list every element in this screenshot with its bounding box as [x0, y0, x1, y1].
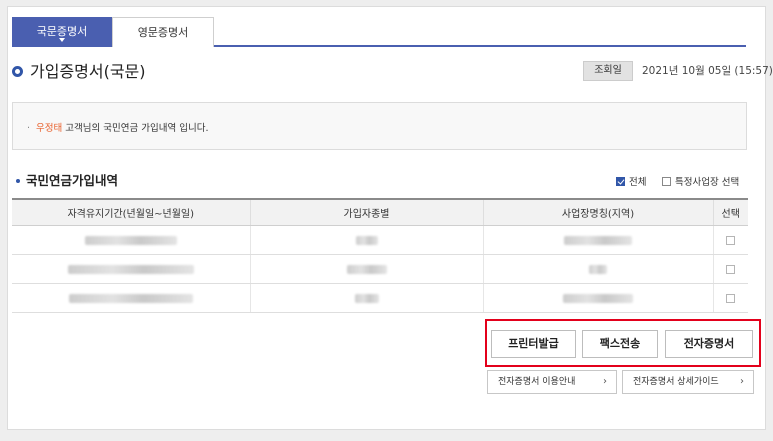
header-type: 가입자종별: [249, 198, 483, 226]
option-all-checkbox[interactable]: [616, 177, 625, 186]
enrollment-table: 자격유지기간(년월일~년월일) 가입자종별 사업장명칭(지역) 선택: [12, 198, 748, 313]
cell-type: [249, 225, 483, 255]
notice-text: · 우정태 고객님의 국민연금 가입내역 입니다.: [27, 120, 208, 134]
guide-label: 전자증명서 이용안내: [498, 377, 576, 387]
tab-label: 영문증명서: [137, 26, 189, 39]
row-select-checkbox[interactable]: [726, 293, 736, 303]
chevron-right-icon: ›: [740, 376, 744, 387]
query-date-label: 조회일: [583, 61, 633, 81]
redacted-text: [84, 235, 177, 245]
notice-box: · 우정태 고객님의 국민연금 가입내역 입니다.: [12, 102, 747, 150]
section-header: 국민연금가입내역 전체 특정사업장 선택: [12, 172, 748, 192]
redacted-text: [354, 293, 379, 303]
printer-issue-button[interactable]: 프린터발급: [491, 330, 576, 358]
cell-period: [12, 254, 250, 284]
option-specific-checkbox[interactable]: [662, 177, 671, 186]
section-title: 국민연금가입내역: [26, 173, 119, 188]
guide-label: 전자증명서 상세가이드: [633, 377, 719, 387]
notice-bullet: ·: [27, 123, 31, 134]
row-select-checkbox[interactable]: [726, 235, 736, 245]
title-row: 가입증명서(국문) 조회일 2021년 10월 05일 (15:57): [12, 61, 773, 85]
cell-select: [712, 254, 748, 284]
caret-down-icon: [59, 38, 65, 42]
redacted-text: [67, 264, 194, 274]
option-specific-label: 특정사업장 선택: [675, 177, 740, 188]
table-row: [12, 254, 748, 284]
redacted-text: [346, 264, 387, 274]
table-header-row: 자격유지기간(년월일~년월일) 가입자종별 사업장명칭(지역) 선택: [12, 198, 748, 226]
cell-type: [249, 254, 483, 284]
ecert-detail-guide-button[interactable]: 전자증명서 상세가이드 ›: [622, 370, 754, 394]
tab-english-certificate[interactable]: 영문증명서: [112, 17, 214, 47]
cell-period: [12, 283, 250, 313]
cell-workplace: [482, 225, 713, 255]
cell-select: [712, 283, 748, 313]
query-date-value: 2021년 10월 05일 (15:57): [642, 65, 773, 77]
option-all[interactable]: 전체: [616, 176, 646, 190]
title-circle-icon: [12, 66, 23, 77]
cell-workplace: [482, 283, 713, 313]
option-all-label: 전체: [629, 177, 647, 188]
ecert-usage-guide-button[interactable]: 전자증명서 이용안내 ›: [487, 370, 617, 394]
chevron-right-icon: ›: [603, 376, 607, 387]
redacted-text: [563, 293, 633, 303]
row-select-checkbox[interactable]: [726, 264, 736, 274]
tab-label: 국문증명서: [36, 25, 88, 38]
page-title: 가입증명서(국문): [30, 62, 146, 81]
cell-select: [712, 225, 748, 255]
tab-korean-certificate[interactable]: 국문증명서: [12, 17, 112, 47]
certificate-tabs: 국문증명서 영문증명서: [12, 17, 746, 47]
table-row: [12, 283, 748, 313]
issue-action-group: 프린터발급 팩스전송 전자증명서: [485, 319, 761, 367]
redacted-text: [355, 235, 378, 245]
redacted-text: [68, 293, 193, 303]
electronic-certificate-button[interactable]: 전자증명서: [665, 330, 753, 358]
cell-workplace: [482, 254, 713, 284]
customer-name: 우정태: [36, 123, 63, 134]
header-workplace: 사업장명칭(지역): [482, 198, 713, 226]
section-bullet-icon: [16, 179, 20, 183]
cell-type: [249, 283, 483, 313]
header-period: 자격유지기간(년월일~년월일): [12, 198, 250, 226]
fax-send-button[interactable]: 팩스전송: [582, 330, 658, 358]
redacted-text: [589, 264, 607, 274]
cell-period: [12, 225, 250, 255]
redacted-text: [564, 235, 632, 245]
header-select: 선택: [712, 198, 748, 226]
notice-message: 고객님의 국민연금 가입내역 입니다.: [62, 123, 209, 134]
option-specific-workplace[interactable]: 특정사업장 선택: [662, 176, 739, 190]
table-row: [12, 225, 748, 255]
